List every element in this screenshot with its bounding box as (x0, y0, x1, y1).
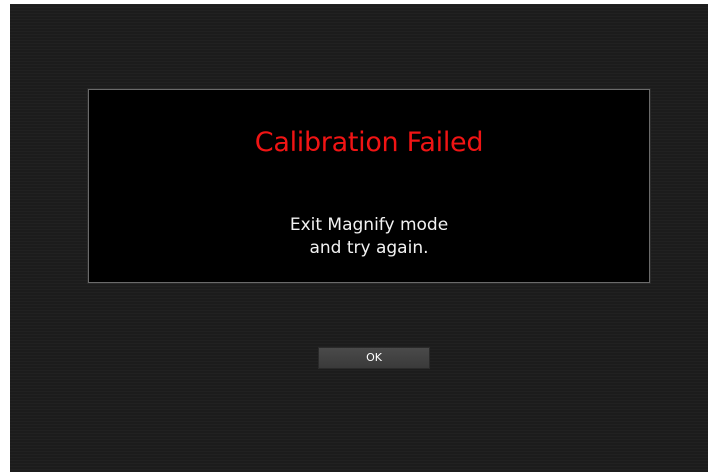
dialog-message: Exit Magnify mode and try again. (89, 214, 649, 260)
device-screen: Calibration Failed Exit Magnify mode and… (10, 4, 708, 472)
ok-button[interactable]: OK (318, 347, 430, 369)
dialog-message-line-2: and try again. (309, 238, 429, 258)
dialog-title: Calibration Failed (254, 127, 484, 158)
error-dialog: Calibration Failed Exit Magnify mode and… (88, 89, 650, 283)
dialog-message-line-1: Exit Magnify mode (289, 215, 449, 235)
